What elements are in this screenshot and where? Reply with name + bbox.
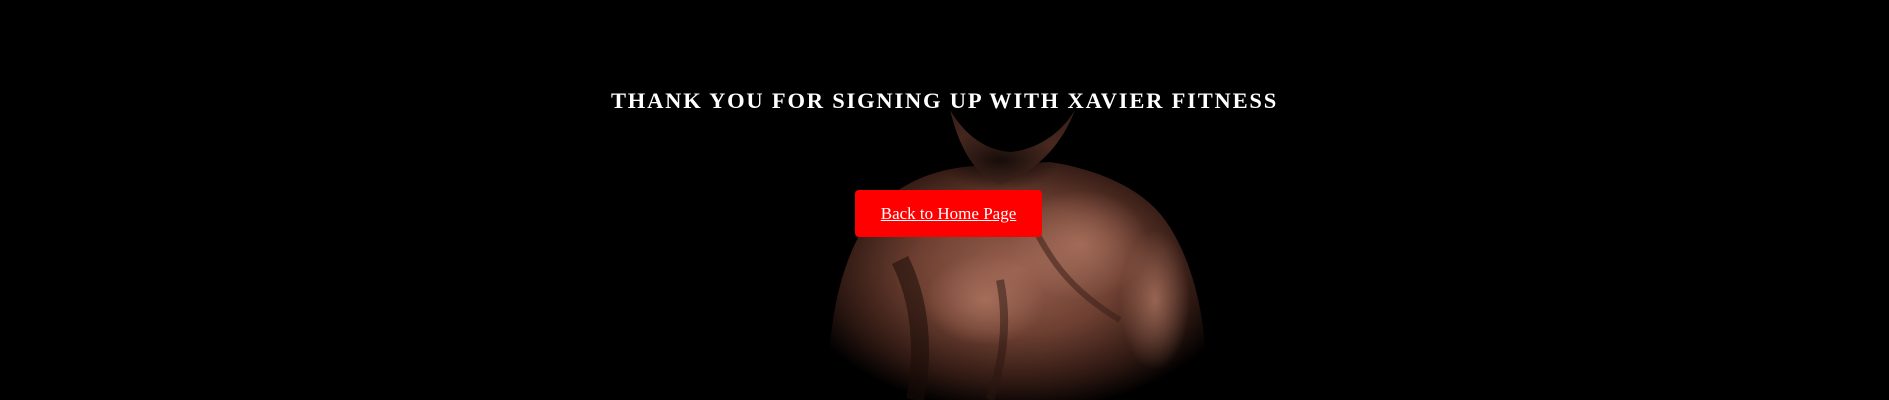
back-to-home-button[interactable]: Back to Home Page xyxy=(855,190,1042,237)
page-title: THANK YOU FOR SIGNING UP WITH XAVIER FIT… xyxy=(610,88,1279,113)
signup-confirmation-page: THANK YOU FOR SIGNING UP WITH XAVIER FIT… xyxy=(0,0,1889,400)
